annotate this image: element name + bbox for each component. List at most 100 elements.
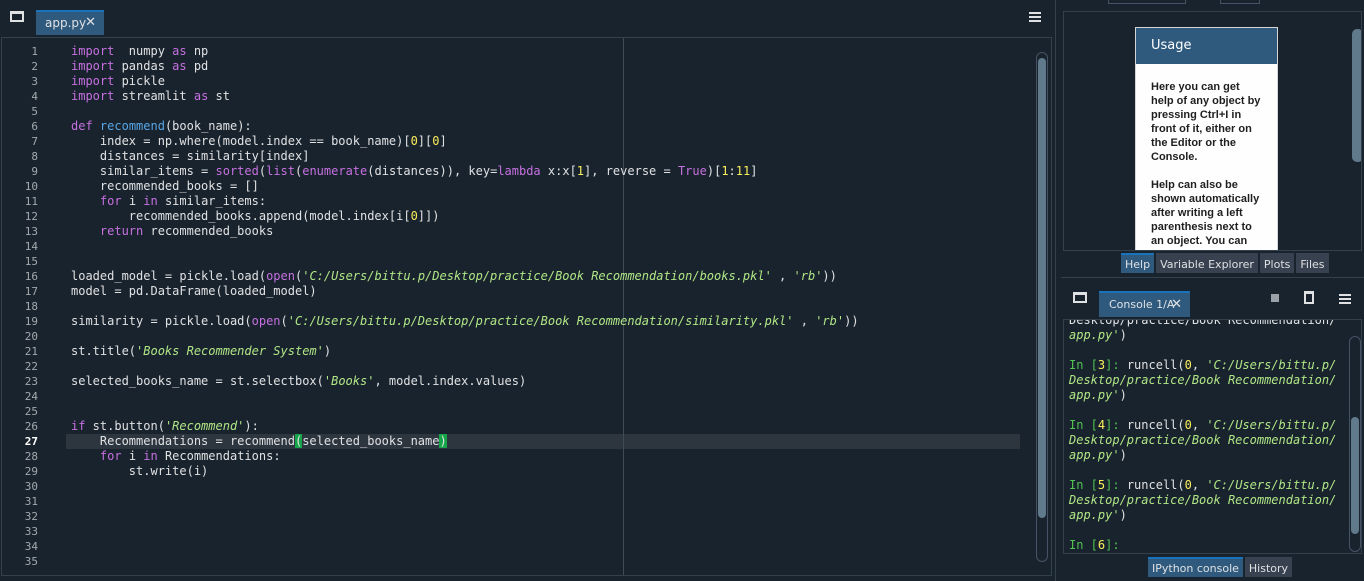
code-token: runcell( <box>1126 358 1185 372</box>
code-line: def recommend(book_name): <box>71 119 252 134</box>
code-token: In [ <box>1069 418 1098 432</box>
console-line: app.py') <box>1069 508 1127 523</box>
code-token: 0 <box>410 209 418 223</box>
code-line: Recommendations = recommend(selected_boo… <box>71 434 447 449</box>
code-token: open <box>251 314 281 328</box>
code-token: (book_name): <box>164 119 252 133</box>
code-line: recommended_books = [] <box>71 179 259 194</box>
code-token: In [ <box>1069 538 1098 552</box>
scrollbar-handle[interactable] <box>1352 29 1361 162</box>
code-token: 'C:/Users/bittu.p/Desktop/practice/Book … <box>302 269 772 283</box>
console-line: In [4]: runcell(0, 'C:/Users/bittu.p/ <box>1069 418 1336 433</box>
close-icon[interactable]: ✕ <box>85 15 96 30</box>
line-number: 18 <box>24 300 38 313</box>
tab-help[interactable]: Help <box>1121 253 1155 273</box>
tab-files[interactable]: Files <box>1296 253 1329 273</box>
tab-ipython-console[interactable]: IPython console <box>1148 557 1243 577</box>
tab-history[interactable]: History <box>1244 557 1293 577</box>
code-token: )) <box>822 269 837 283</box>
help-toolbar-control[interactable] <box>1108 0 1186 4</box>
code-token: ]: <box>1105 358 1127 372</box>
code-token: Desktop/practice/Book Recommendation/ <box>1069 493 1337 507</box>
code-token: recommended_books = [] <box>71 179 259 193</box>
console-pane: Console 1/A ✕ Desktop/practice/Book Reco… <box>1061 277 1364 581</box>
code-token: 1 <box>721 164 729 178</box>
trash-icon[interactable] <box>1304 291 1314 304</box>
code-line: model = pd.DataFrame(loaded_model) <box>71 284 317 299</box>
code-token: , <box>1191 478 1207 492</box>
code-area[interactable]: import numpy as np import pandas as pd imp… <box>66 38 1036 575</box>
code-token: import <box>71 89 115 103</box>
code-line: distances = similarity[index] <box>71 149 310 164</box>
code-token: 'Books Recommender System' <box>136 344 324 358</box>
code-line: similarity = pickle.load(open('C:/Users/… <box>71 314 859 329</box>
tab-app-py[interactable]: app.py ✕ <box>36 10 104 35</box>
tab-variable-explorer[interactable]: Variable Explorer <box>1156 253 1258 273</box>
edge-line <box>623 38 624 575</box>
code-token: , <box>1191 418 1207 432</box>
code-token: ) <box>439 434 447 448</box>
line-number: 1 <box>31 45 38 58</box>
code-line: selected_books_name = st.selectbox('Book… <box>71 374 526 389</box>
code-token: in <box>143 194 158 208</box>
code-token: loaded_model = pickle.load( <box>71 269 267 283</box>
code-token: numpy <box>114 44 173 58</box>
line-number: 13 <box>24 225 38 238</box>
tab-label: app.py <box>45 16 87 30</box>
undock-icon[interactable] <box>10 11 24 22</box>
code-token: ][ <box>417 134 433 148</box>
stop-icon[interactable] <box>1271 294 1279 302</box>
undock-icon[interactable] <box>1073 292 1087 303</box>
code-token: i <box>121 449 144 463</box>
line-number: 24 <box>24 390 38 403</box>
line-number: 26 <box>24 420 38 433</box>
help-pane-tabs: Help Variable Explorer Plots Files <box>1121 253 1329 273</box>
editor-scrollbar[interactable] <box>1036 52 1048 562</box>
help-scrollbar[interactable]: ▼ <box>1351 29 1361 250</box>
console-scrollbar[interactable] <box>1349 336 1361 552</box>
line-number: 6 <box>31 120 38 133</box>
code-token: app.py' <box>1069 508 1120 522</box>
code-token: ]: <box>1105 418 1127 432</box>
line-number: 2 <box>31 60 38 73</box>
help-toolbar-control[interactable] <box>1220 0 1260 4</box>
tab-plots[interactable]: Plots <box>1259 253 1295 273</box>
console-line: Desktop/practice/Book Recommendation/ <box>1069 493 1336 508</box>
code-token: return <box>99 224 144 238</box>
console-line: Desktop/practice/Book Recommendation/ <box>1069 320 1336 328</box>
code-token: In [ <box>1069 358 1098 372</box>
ipython-console[interactable]: Desktop/practice/Book Recommendation/app… <box>1063 319 1362 554</box>
code-token: True <box>677 164 707 178</box>
code-token: 'rb' <box>793 269 823 283</box>
code-line: st.title('Books Recommender System') <box>71 344 331 359</box>
options-menu-icon[interactable] <box>1029 12 1041 22</box>
editor-pane: app.py ✕ 1 2 3 4 5 6 7 8 9 10 11 12 13 14 15 16 17 18 19 20… <box>0 0 1055 581</box>
code-token: 'Books' <box>323 374 375 388</box>
code-token: , <box>793 314 816 328</box>
code-editor[interactable]: 1 2 3 4 5 6 7 8 9 10 11 12 13 14 15 16 17 18 19 20 21 22 23 24 2… <box>1 37 1052 576</box>
line-number-gutter: 1 2 3 4 5 6 7 8 9 10 11 12 13 14 15 16 17 18 19 20 21 22 23 24 2… <box>2 38 66 575</box>
code-token: Desktop/practice/Book Recommendation/ <box>1069 433 1337 447</box>
code-token: ] <box>750 164 758 178</box>
console-line: app.py') <box>1069 448 1127 463</box>
close-icon[interactable]: ✕ <box>1171 297 1182 312</box>
code-token: x:x[ <box>540 164 577 178</box>
scrollbar-handle[interactable] <box>1351 417 1359 534</box>
code-token: : <box>728 164 736 178</box>
line-number: 35 <box>24 555 38 568</box>
code-token: enumerate <box>302 164 368 178</box>
help-pane: Usage Here you can get help of any objec… <box>1061 0 1364 275</box>
code-token: In [ <box>1069 478 1098 492</box>
code-token: app.py' <box>1069 388 1120 402</box>
code-token: Recommendations: <box>157 449 281 463</box>
options-menu-icon[interactable] <box>1339 294 1351 304</box>
usage-body: Here you can get help of any object by p… <box>1136 64 1277 250</box>
code-token: 0 <box>1184 358 1192 372</box>
tab-console[interactable]: Console 1/A ✕ <box>1099 291 1190 317</box>
line-number: 10 <box>24 180 38 193</box>
help-viewer: Usage Here you can get help of any objec… <box>1063 11 1362 251</box>
line-number: 23 <box>24 375 38 388</box>
usage-title: Usage <box>1136 28 1277 64</box>
scrollbar-handle[interactable] <box>1038 58 1046 518</box>
